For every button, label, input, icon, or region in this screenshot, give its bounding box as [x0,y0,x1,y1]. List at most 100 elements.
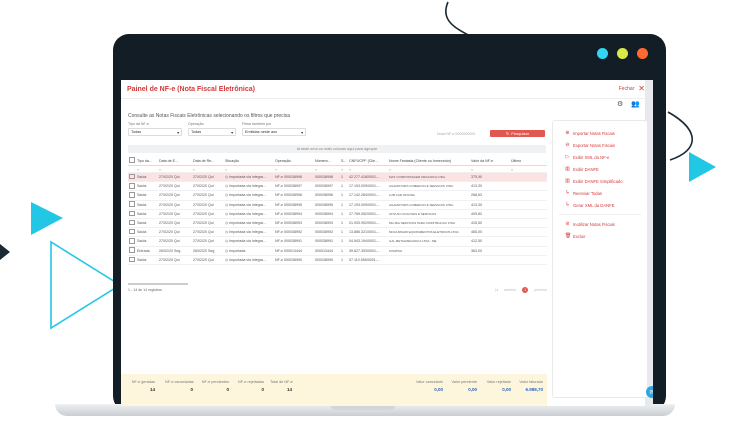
close-button[interactable]: Fechar ✕ [619,85,645,93]
advanced-link[interactable]: Nova NF-e 0000000000 [437,132,475,136]
row-checkbox-cell[interactable] [128,209,136,219]
table-row[interactable]: Saída 27/02/20 Qui 27/02/20 Qui ◷ Importada… [128,209,547,219]
row-checkbox-cell[interactable] [128,172,136,183]
row-checkbox[interactable] [129,210,135,217]
dot-yellow [617,48,628,59]
search-button[interactable]: ↻ Pesquisar [490,130,545,137]
filter-icon[interactable]: ▿ [192,165,224,173]
row-checkbox-cell[interactable] [128,190,136,201]
col-header[interactable]: Situação [224,156,274,166]
action-view-danfe[interactable]: ▥ Exibir DANFE [553,163,647,175]
action-view-xml[interactable]: ▷ Exibir XML da NF-e [553,151,647,163]
action-delete[interactable]: 🗑 Excluir [553,230,647,242]
filter-operation-select[interactable]: Todas ▾ [188,128,236,136]
col-header[interactable] [128,156,136,166]
row-checkbox[interactable] [129,183,135,189]
filter-icon[interactable]: ▿ [340,165,348,173]
col-header[interactable]: S... [340,156,348,166]
table-cell: AGAMOTORS COMERCIO E SERVICOS LTDA [388,181,470,192]
table-row[interactable]: Saída 27/02/20 Qui 27/02/20 Qui ◷ Importada… [128,200,547,210]
row-checkbox[interactable] [129,256,135,263]
col-header[interactable]: Número... [314,156,340,166]
group-drop-zone[interactable]: Arraste uma ou mais colunas aqui para ag… [128,145,546,153]
action-generate-xml[interactable]: ϟ Gerar XML da DANFE [553,199,647,211]
row-checkbox-cell[interactable] [128,246,136,256]
action-resend-all[interactable]: ϟ Reenviar Todas [553,187,647,199]
row-checkbox[interactable] [129,201,135,207]
row-checkbox-cell[interactable] [128,236,136,247]
pager-first-icon[interactable]: |◂ [495,288,498,292]
table-cell: 465,00 [470,227,510,238]
col-header[interactable]: Operação [274,156,314,166]
table-cell: 39.627.393/0001-... [348,246,388,256]
col-header[interactable]: Data de Re... [192,156,224,166]
pager-current-page[interactable]: 1 [522,286,529,293]
filter-type-select[interactable]: Todas ▾ [128,128,182,136]
row-checkbox-cell[interactable] [128,255,136,265]
table-row[interactable]: Saída 27/02/20 Qui 27/02/20 Qui ◷ Importada… [128,190,547,201]
filter-icon[interactable]: ▿ [158,165,192,173]
filter-period-select[interactable]: Emitidas neste ano ▾ [242,128,306,136]
status-text: Importada via integra... [229,257,266,262]
filter-icon[interactable]: ▿ [388,165,470,173]
total-generated: NF-e geradas 14 [129,380,155,392]
table-cell: NF-e 000038990 [274,255,314,265]
action-label: Reenviar Todas [573,190,603,196]
col-header[interactable]: CNPJ/CPF (Clie... [348,156,388,166]
row-checkbox[interactable] [129,238,135,244]
row-checkbox-cell[interactable] [128,218,136,229]
table-cell: Entrada [136,246,158,256]
filter-icon[interactable]: ▿ [348,165,388,173]
pager-prev[interactable]: anterior [504,288,516,292]
row-checkbox-cell[interactable] [128,181,136,192]
action-void[interactable]: ⊘ Inutilizar Notas Fiscais [553,218,647,230]
row-checkbox[interactable] [129,192,135,198]
row-checkbox[interactable] [129,219,135,226]
table-row[interactable]: Saída 27/02/20 Qui 27/02/20 Qui ◷ Importada… [128,255,547,265]
pager-next[interactable]: próximo [534,288,547,292]
row-checkbox[interactable] [129,228,135,235]
filter-icon[interactable]: ▿ [224,165,274,173]
table-row[interactable]: Saída 27/02/20 Qui 27/02/20 Qui ◷ Importada… [128,227,547,238]
gear-icon[interactable]: ⚙ [617,100,623,108]
filter-icon[interactable]: ▿ [314,165,340,173]
pager: 1 - 14 de 14 registros |◂ anterior 1 pró… [128,285,547,294]
row-checkbox-cell[interactable] [128,227,136,238]
status-text: Importada via integra... [229,221,266,226]
action-view-danfe-simplified[interactable]: ▥ Exibir DANFE Simplificado [553,175,647,187]
col-header[interactable]: Nome Fantasia (Cliente ou fornecedor) [388,156,470,166]
row-checkbox[interactable] [129,247,135,253]
table-row[interactable]: Saída 27/02/20 Qui 27/02/20 Qui ◷ Importada… [128,172,547,183]
chat-button[interactable]: ✉ [646,386,653,398]
filter-icon[interactable]: ▿ [136,165,158,173]
row-checkbox-cell[interactable] [128,200,136,210]
action-export[interactable]: ⊖ Exportar Notas Fiscais [553,139,647,151]
col-header[interactable]: Tipo da... [136,156,158,166]
table-row[interactable]: Saída 27/02/20 Qui 27/02/20 Qui ◷ Importada… [128,181,547,192]
table-cell: Saída [136,181,158,192]
action-label: Inutilizar Notas Fiscais [573,221,615,227]
action-import[interactable]: ⊕ Importar Notas Fiscais [553,127,647,139]
filter-icon[interactable]: ▿ [510,165,547,173]
table-row[interactable]: Saída 27/02/20 Qui 27/02/20 Qui ◷ Importada… [128,236,547,247]
table-cell: Saída [136,200,158,210]
col-header[interactable]: Data de E... [158,156,192,166]
filter-type-value: Todas [131,130,142,134]
row-checkbox[interactable] [129,173,135,180]
users-icon[interactable]: 👥 [631,100,640,108]
table-cell: 1 [340,190,348,201]
barcode-icon: ▥ [565,177,570,184]
table-cell: 26/02/20 Seg [158,246,192,256]
table-row[interactable]: Entrada 26/02/20 Seg 26/02/20 Seg ◷ Importa… [128,246,547,256]
table-row[interactable]: Saída 27/02/20 Qui 27/02/20 Qui ◷ Importada… [128,218,547,229]
status-text: Importada via integra... [229,175,266,180]
filter-icon[interactable]: ▿ [274,165,314,173]
col-header[interactable]: Último [510,156,547,166]
table-cell [470,255,510,265]
col-header[interactable]: Valor da NF-e [470,156,510,166]
filter-icon[interactable]: ▿ [470,165,510,173]
app-topbar: Painel de NF-e (Nota Fiscal Eletrônica) … [121,80,653,99]
select-all-checkbox[interactable] [129,157,135,163]
decorative-triangle-cyan-left [31,202,63,235]
import-icon: ⊕ [565,129,570,136]
